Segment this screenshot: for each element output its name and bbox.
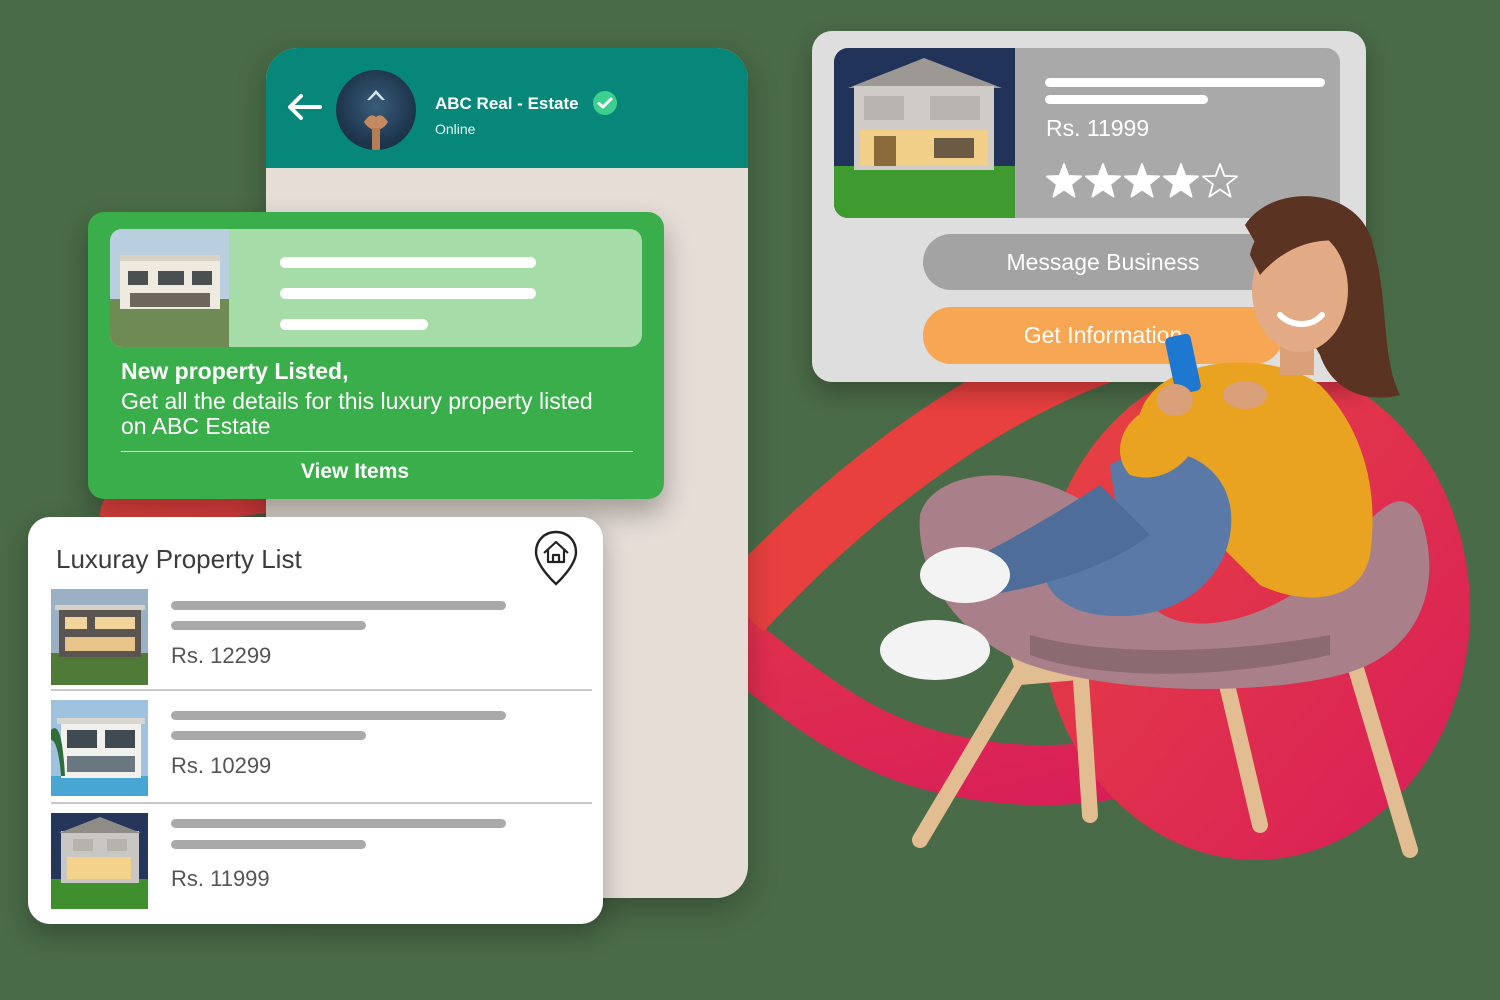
property-list-card: Luxuray Property List Rs. 12299 Rs. 1029…: [28, 517, 603, 924]
text-placeholder-line: [171, 621, 366, 630]
text-placeholder-line: [1045, 95, 1208, 104]
row-divider: [51, 802, 592, 804]
property-image: [51, 813, 148, 909]
text-placeholder-line: [280, 319, 428, 330]
property-price: Rs. 10299: [171, 753, 272, 778]
text-placeholder-line: [280, 288, 536, 299]
product-price: Rs. 11999: [1046, 115, 1150, 141]
verified-badge-icon: [593, 91, 617, 115]
text-placeholder-line: [171, 731, 366, 740]
divider: [121, 451, 633, 452]
list-item[interactable]: Rs. 11999: [28, 809, 603, 909]
home-location-pin-icon: [534, 530, 578, 586]
contact-avatar[interactable]: [336, 70, 416, 150]
property-image: [110, 229, 229, 347]
contact-name: ABC Real - Estate: [435, 94, 579, 113]
property-image: [51, 589, 148, 685]
back-arrow-icon[interactable]: [286, 92, 322, 122]
notification-title: New property Listed,: [121, 358, 349, 384]
property-image: [51, 700, 148, 796]
property-price: Rs. 12299: [171, 643, 272, 668]
chat-header: ABC Real - Estate Online: [266, 48, 748, 168]
new-property-notification: New property Listed, Get all the details…: [88, 212, 664, 499]
list-item[interactable]: Rs. 10299: [28, 697, 603, 797]
row-divider: [51, 689, 592, 691]
text-placeholder-line: [171, 601, 506, 610]
notification-body: Get all the details for this luxury prop…: [121, 388, 593, 439]
list-item[interactable]: Rs. 12299: [28, 587, 603, 687]
hand-house-logo-icon: [364, 90, 388, 150]
text-placeholder-line: [171, 819, 506, 828]
text-placeholder-line: [280, 257, 536, 268]
text-placeholder-line: [171, 840, 366, 849]
text-placeholder-line: [1045, 78, 1325, 87]
text-placeholder-line: [171, 711, 506, 720]
notification-preview: [110, 229, 642, 347]
contact-status: Online: [435, 121, 476, 137]
property-price: Rs. 11999: [171, 866, 270, 891]
woman-with-phone-illustration: [880, 196, 1430, 858]
list-title: Luxuray Property List: [56, 544, 302, 574]
view-items-button[interactable]: View Items: [88, 460, 622, 484]
